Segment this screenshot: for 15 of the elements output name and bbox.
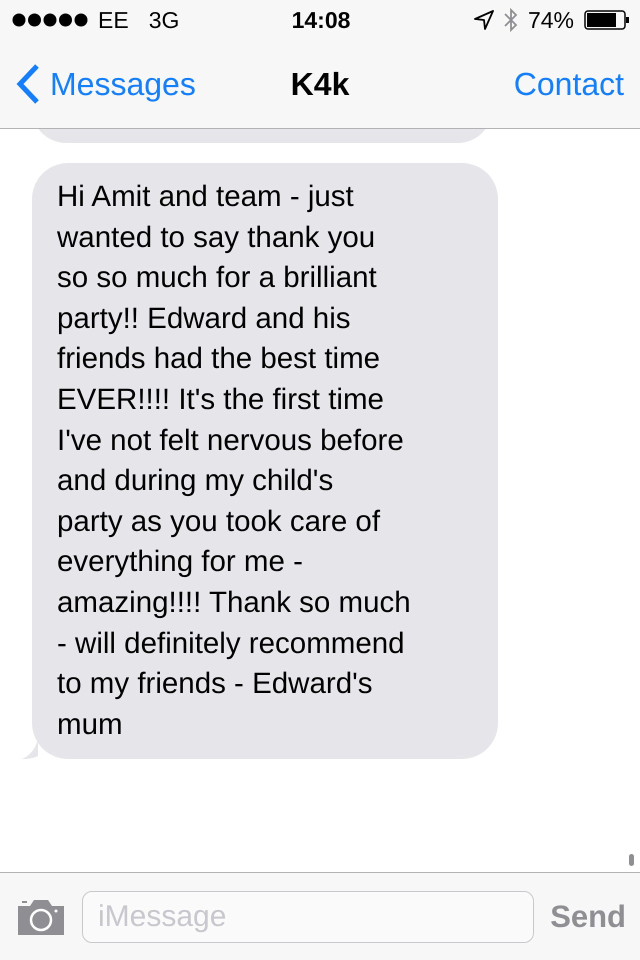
- back-link[interactable]: Messages: [16, 64, 196, 104]
- carrier-name: EE: [98, 6, 129, 34]
- contact-link[interactable]: Contact: [514, 66, 624, 102]
- camera-icon[interactable]: [16, 898, 66, 936]
- network-type: 3G: [148, 6, 180, 34]
- message-text: Hi Amit and team - just wanted to say thank you so so much for a brilliant party!! Edward and his friends had the best time EVER!!!! It's the first time I've not felt nervous before and during my child's party as you took care of everything for me - amazing!!!! Thank so much - will definitely recommend to my friends - Edward's mum: [57, 180, 411, 741]
- chevron-icon: [16, 64, 40, 104]
- conversation-title: K4k: [290, 66, 350, 102]
- location-icon: [474, 10, 494, 30]
- signal-icon: [12, 13, 90, 27]
- battery-percentage: 74%: [528, 6, 574, 34]
- clock-time: 14:08: [292, 6, 350, 34]
- bluetooth-icon: [504, 8, 518, 32]
- scroll-indicator: [629, 854, 634, 866]
- battery-icon: [584, 10, 630, 30]
